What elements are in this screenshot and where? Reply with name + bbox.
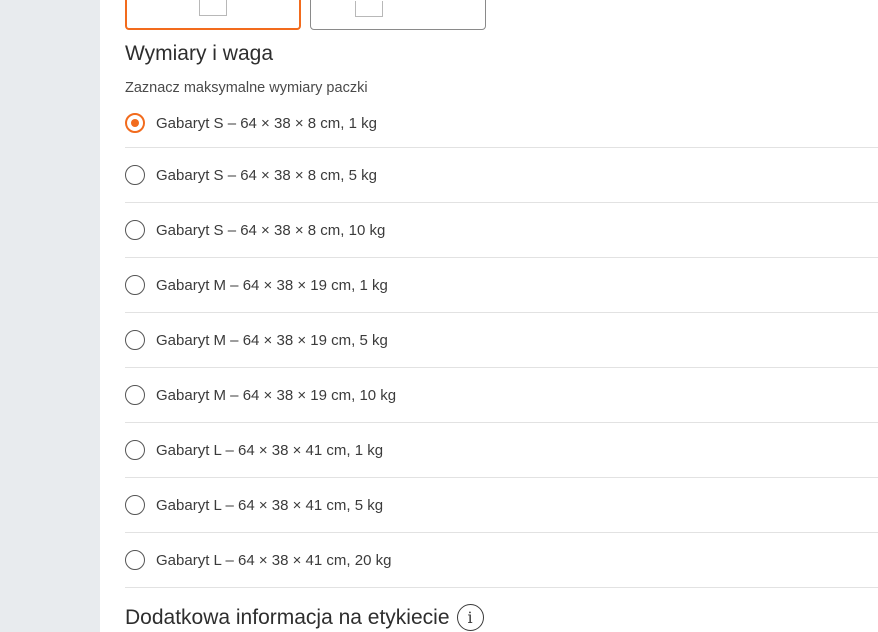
parcel-type-card[interactable] bbox=[310, 0, 486, 30]
dimension-option[interactable]: Gabaryt L – 64 × 38 × 41 cm, 20 kg bbox=[125, 533, 878, 588]
extra-info-section-title: Dodatkowa informacja na etykiecie i bbox=[125, 604, 484, 631]
dimension-option-label: Gabaryt L – 64 × 38 × 41 cm, 1 kg bbox=[156, 441, 384, 459]
dimension-option-label: Gabaryt L – 64 × 38 × 41 cm, 5 kg bbox=[156, 496, 384, 514]
main-content: Wymiary i waga Zaznacz maksymalne wymiar… bbox=[100, 0, 878, 632]
radio-unchecked-icon[interactable] bbox=[125, 440, 145, 460]
dimension-option[interactable]: Gabaryt S – 64 × 38 × 8 cm, 5 kg bbox=[125, 148, 878, 203]
dimension-option-label: Gabaryt M – 64 × 38 × 19 cm, 5 kg bbox=[156, 331, 388, 349]
dimension-option[interactable]: Gabaryt M – 64 × 38 × 19 cm, 1 kg bbox=[125, 258, 878, 313]
dimension-option[interactable]: Gabaryt S – 64 × 38 × 8 cm, 1 kg bbox=[125, 97, 878, 148]
radio-unchecked-icon[interactable] bbox=[125, 385, 145, 405]
dimension-option-label: Gabaryt L – 64 × 38 × 41 cm, 20 kg bbox=[156, 551, 392, 569]
radio-checked-icon[interactable] bbox=[125, 113, 145, 133]
dimension-option[interactable]: Gabaryt M – 64 × 38 × 19 cm, 10 kg bbox=[125, 368, 878, 423]
dimension-option-label: Gabaryt S – 64 × 38 × 8 cm, 10 kg bbox=[156, 221, 386, 239]
dimensions-subtitle: Zaznacz maksymalne wymiary paczki bbox=[125, 80, 368, 96]
parcel-box-icon bbox=[199, 0, 227, 16]
radio-unchecked-icon[interactable] bbox=[125, 550, 145, 570]
radio-unchecked-icon[interactable] bbox=[125, 330, 145, 350]
dimension-option[interactable]: Gabaryt S – 64 × 38 × 8 cm, 10 kg bbox=[125, 203, 878, 258]
radio-unchecked-icon[interactable] bbox=[125, 495, 145, 515]
radio-unchecked-icon[interactable] bbox=[125, 220, 145, 240]
dimension-option[interactable]: Gabaryt L – 64 × 38 × 41 cm, 5 kg bbox=[125, 478, 878, 533]
dimension-option-label: Gabaryt M – 64 × 38 × 19 cm, 1 kg bbox=[156, 276, 388, 294]
dimension-option-label: Gabaryt S – 64 × 38 × 8 cm, 1 kg bbox=[156, 115, 377, 132]
dimension-option-label: Gabaryt S – 64 × 38 × 8 cm, 5 kg bbox=[156, 166, 377, 184]
info-icon[interactable]: i bbox=[456, 604, 484, 631]
parcel-box-icon bbox=[355, 1, 383, 17]
parcel-type-card-selected[interactable] bbox=[125, 0, 301, 30]
dimensions-section-title: Wymiary i waga bbox=[125, 42, 274, 65]
dimension-option-label: Gabaryt M – 64 × 38 × 19 cm, 10 kg bbox=[156, 386, 397, 404]
dimension-option[interactable]: Gabaryt L – 64 × 38 × 41 cm, 1 kg bbox=[125, 423, 878, 478]
radio-unchecked-icon[interactable] bbox=[125, 275, 145, 295]
left-sidebar bbox=[0, 0, 100, 632]
radio-unchecked-icon[interactable] bbox=[125, 165, 145, 185]
extra-info-title-text: Dodatkowa informacja na etykiecie bbox=[125, 605, 450, 629]
dimension-option[interactable]: Gabaryt M – 64 × 38 × 19 cm, 5 kg bbox=[125, 313, 878, 368]
dimension-options-list: Gabaryt S – 64 × 38 × 8 cm, 1 kg Gabaryt … bbox=[125, 97, 878, 588]
